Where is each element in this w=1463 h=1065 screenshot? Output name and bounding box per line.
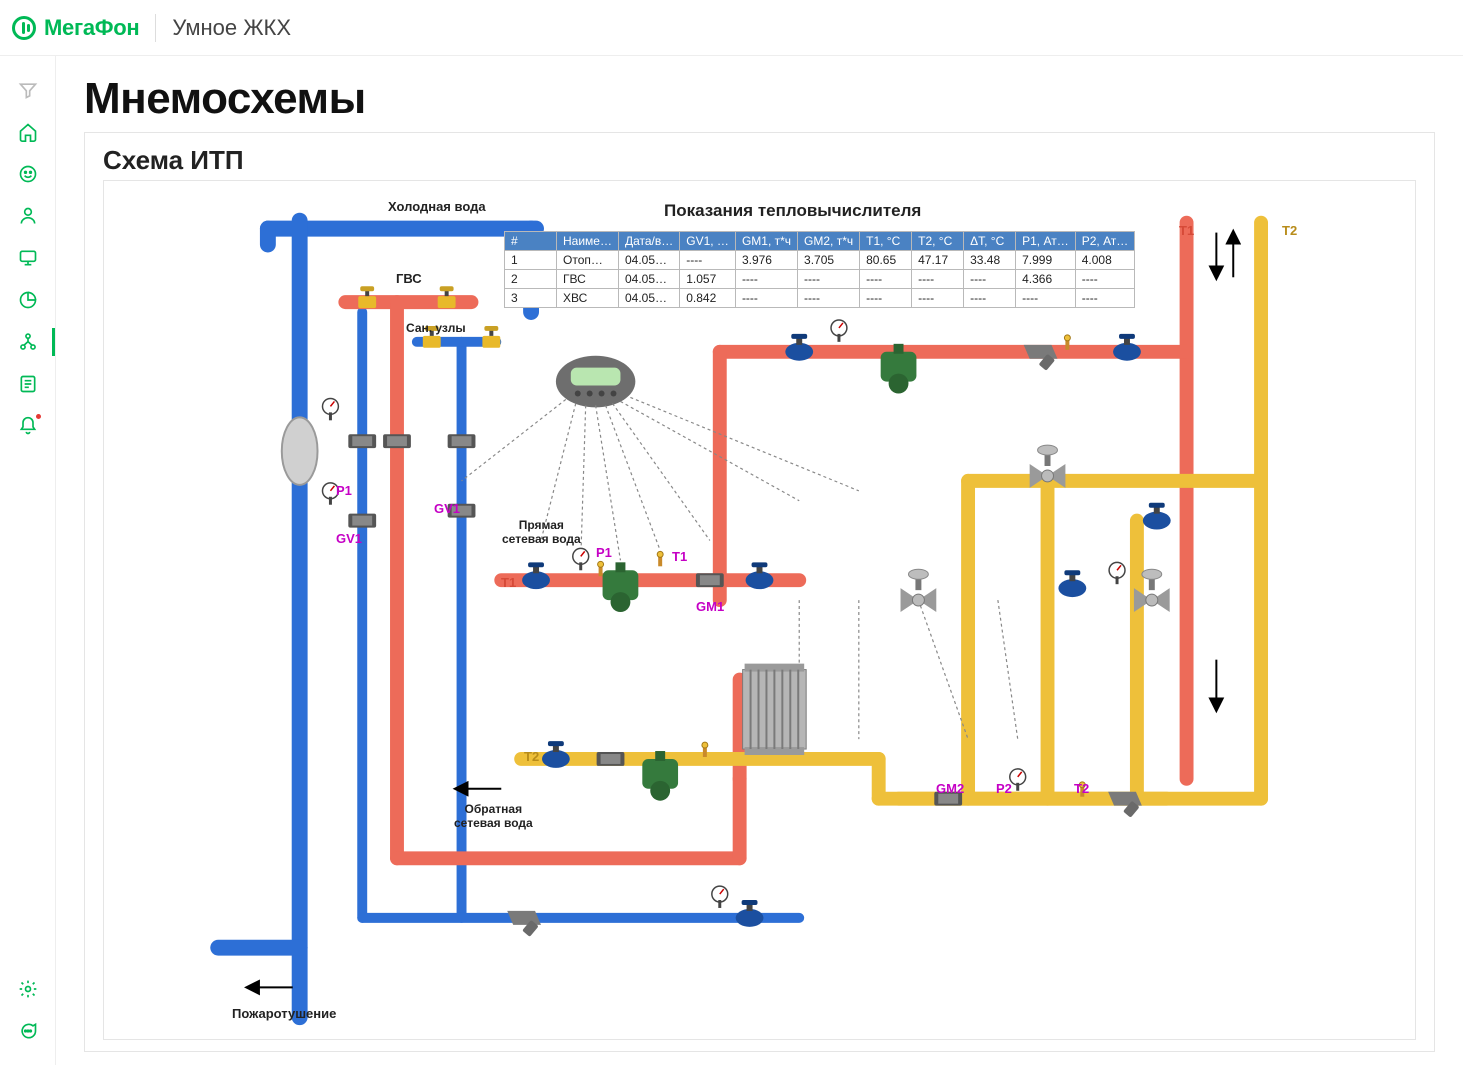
tag-gm2: GM2 (936, 781, 964, 796)
heat-col: Наиме… (557, 232, 619, 251)
app-name: Умное ЖКХ (172, 15, 291, 41)
main-content: Мнемосхемы Схема ИТП (56, 56, 1463, 1065)
label-gvs: ГВС (396, 271, 422, 286)
brand-name: МегаФон (44, 15, 139, 41)
heat-col: Дата/в… (618, 232, 679, 251)
tag-gm1: GM1 (696, 599, 724, 614)
sidebar-item-monitor[interactable] (0, 238, 55, 278)
heat-col: P2, Ат… (1075, 232, 1135, 251)
tree-icon (18, 332, 38, 352)
table-row: 1Отоп…04.05…----3.9763.70580.6547.1733.4… (505, 251, 1135, 270)
mnemonic-svg (104, 181, 1415, 1039)
label-san-nodes: Сан. узлы (406, 321, 466, 335)
smile-icon (18, 164, 38, 184)
label-direct-water: Прямая сетевая вода (502, 519, 581, 547)
tag-p1-mid: P1 (596, 545, 612, 560)
tag-p1-left: P1 (336, 483, 352, 498)
label-cold-water: Холодная вода (388, 199, 486, 214)
pie-icon (18, 290, 38, 310)
label-t1-top: T1 (1179, 223, 1194, 238)
sidebar-item-tree[interactable] (0, 322, 55, 362)
label-return-water: Обратная сетевая вода (454, 803, 533, 831)
home-icon (18, 122, 38, 142)
scheme-title: Схема ИТП (103, 145, 1416, 176)
label-t2-top: T2 (1282, 223, 1297, 238)
chat-icon (18, 1021, 38, 1041)
sidebar-item-chat[interactable] (0, 1011, 55, 1051)
page-title: Мнемосхемы (84, 74, 1435, 124)
topbar-divider (155, 14, 156, 42)
heat-col: T2, °C (912, 232, 964, 251)
topbar: МегаФон Умное ЖКХ (0, 0, 1463, 56)
heat-col: GM1, т*ч (735, 232, 797, 251)
sidebar-item-smile[interactable] (0, 154, 55, 194)
heat-col: P1, Ат… (1016, 232, 1076, 251)
sidebar-item-home[interactable] (0, 112, 55, 152)
heat-col: GM2, т*ч (798, 232, 860, 251)
sidebar-item-bell[interactable] (0, 406, 55, 446)
label-fire: Пожаротушение (232, 1006, 336, 1021)
logo-icon (12, 16, 36, 40)
user-icon (18, 206, 38, 226)
tag-p2: P2 (996, 781, 1012, 796)
list-icon (18, 374, 38, 394)
label-t1-mid: T1 (501, 575, 516, 590)
sidebar-item-user[interactable] (0, 196, 55, 236)
heat-table-title: Показания тепловычислителя (664, 201, 921, 221)
monitor-icon (18, 248, 38, 268)
heat-col: GV1, … (680, 232, 736, 251)
diagram[interactable]: Показания тепловычислителя #Наиме…Дата/в… (103, 180, 1416, 1040)
gear-icon (18, 979, 38, 999)
sidebar-item-filter[interactable] (0, 70, 55, 110)
sidebar-item-gear[interactable] (0, 969, 55, 1009)
tag-t1-mid: T1 (672, 549, 687, 564)
table-row: 3ХВС04.05…0.842-------------------------… (505, 289, 1135, 308)
notification-badge (34, 412, 43, 421)
heat-col: ΔT, °C (964, 232, 1016, 251)
scheme-panel: Схема ИТП (84, 132, 1435, 1052)
heat-col: # (505, 232, 557, 251)
sidebar-item-list[interactable] (0, 364, 55, 404)
table-row: 2ГВС04.05…1.057--------------------4.366… (505, 270, 1135, 289)
tag-gv1: GV1 (434, 501, 460, 516)
tag-t2: T2 (1074, 781, 1089, 796)
heat-table: #Наиме…Дата/в…GV1, …GM1, т*чGM2, т*чT1, … (504, 231, 1135, 308)
brand-logo[interactable]: МегаФон (12, 15, 139, 41)
sidebar-item-pie[interactable] (0, 280, 55, 320)
tag-gv1-2: GV1 (336, 531, 362, 546)
filter-icon (18, 80, 38, 100)
sidebar (0, 56, 56, 1065)
heat-col: T1, °C (860, 232, 912, 251)
label-t2-mid: T2 (524, 749, 539, 764)
